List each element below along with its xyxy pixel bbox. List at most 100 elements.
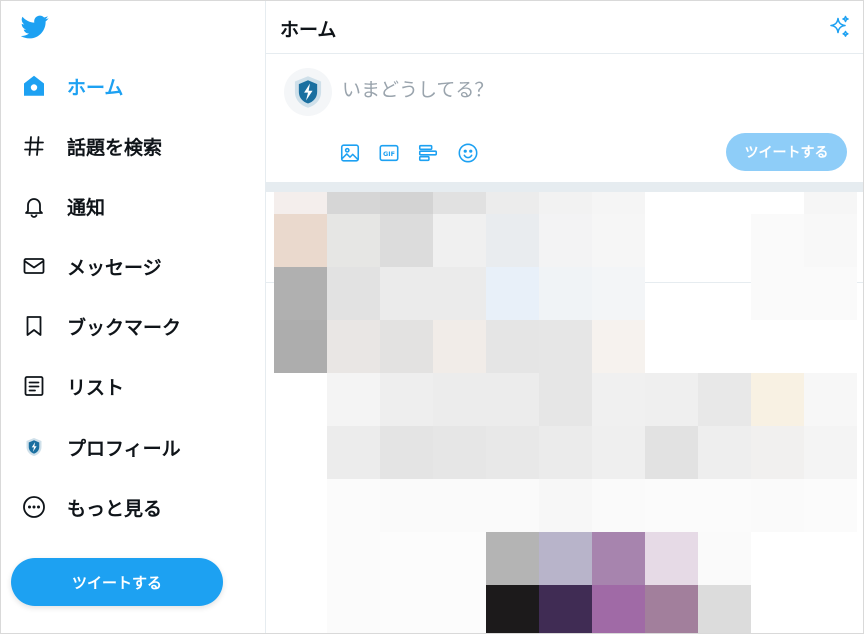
composer-tweet-button[interactable]: ツイートする	[726, 133, 847, 171]
mosaic-block	[380, 320, 433, 373]
sidebar-item-more[interactable]: もっと見る	[1, 485, 263, 529]
tweet-composer: GIF ツイートする	[266, 54, 863, 182]
sidebar-item-lists[interactable]: リスト	[1, 364, 263, 408]
mosaic-block	[486, 192, 539, 214]
sidebar-item-label: ブックマーク	[67, 316, 182, 339]
profile-avatar-icon	[21, 434, 47, 460]
sparkle-icon[interactable]	[827, 15, 851, 39]
gif-icon[interactable]: GIF	[377, 141, 401, 165]
mosaic-block	[274, 320, 327, 373]
mosaic-block	[433, 373, 486, 426]
sidebar-item-home[interactable]: ホーム	[1, 64, 263, 108]
sidebar-item-label: リスト	[67, 376, 125, 399]
mosaic-block	[539, 267, 592, 320]
sidebar: ホーム 話題を検索 通知 メッセージ ブックマーク リスト プロフィール もっと…	[1, 1, 266, 633]
mosaic-block	[539, 192, 592, 214]
mosaic-block	[592, 479, 645, 532]
mosaic-block	[592, 320, 645, 373]
mosaic-block	[592, 373, 645, 426]
mosaic-block	[698, 532, 751, 585]
sidebar-item-notifications[interactable]: 通知	[1, 184, 263, 228]
mosaic-block	[751, 479, 804, 532]
mosaic-block	[751, 214, 804, 267]
mosaic-block	[433, 532, 486, 585]
mosaic-block	[327, 320, 380, 373]
mosaic-block	[433, 320, 486, 373]
mosaic-block	[380, 373, 433, 426]
mosaic-block	[380, 426, 433, 479]
mosaic-block	[327, 479, 380, 532]
mosaic-block	[380, 585, 433, 633]
mosaic-block	[327, 532, 380, 585]
mosaic-block	[539, 585, 592, 633]
mosaic-block	[645, 373, 698, 426]
sidebar-item-bookmarks[interactable]: ブックマーク	[1, 304, 263, 348]
mosaic-block	[433, 267, 486, 320]
mosaic-block	[592, 532, 645, 585]
sidebar-item-explore[interactable]: 話題を検索	[1, 124, 263, 168]
mosaic-block	[433, 585, 486, 633]
mosaic-block	[698, 373, 751, 426]
mosaic-block	[486, 532, 539, 585]
twitter-bird-icon[interactable]	[20, 13, 49, 41]
emoji-icon[interactable]	[456, 141, 480, 165]
mosaic-block	[380, 192, 433, 214]
mosaic-block	[592, 267, 645, 320]
mosaic-block	[433, 479, 486, 532]
envelope-icon	[21, 253, 47, 279]
sidebar-item-profile[interactable]: プロフィール	[1, 425, 263, 469]
mosaic-block	[486, 214, 539, 267]
sidebar-item-label: プロフィール	[67, 437, 181, 460]
more-icon	[21, 494, 47, 520]
mosaic-block	[486, 373, 539, 426]
mosaic-block	[539, 426, 592, 479]
mosaic-block	[327, 192, 380, 214]
mosaic-block	[592, 214, 645, 267]
mosaic-block	[539, 532, 592, 585]
mosaic-block	[380, 267, 433, 320]
mosaic-block	[804, 267, 857, 320]
poll-icon[interactable]	[416, 141, 440, 165]
sidebar-item-messages[interactable]: メッセージ	[1, 244, 263, 288]
mosaic-block	[804, 214, 857, 267]
sidebar-tweet-button[interactable]: ツイートする	[11, 558, 223, 606]
mosaic-block	[380, 479, 433, 532]
mosaic-block	[592, 426, 645, 479]
mosaic-block	[327, 373, 380, 426]
mosaic-block	[804, 426, 857, 479]
mosaic-block	[751, 426, 804, 479]
mosaic-block	[327, 585, 380, 633]
mosaic-block	[327, 426, 380, 479]
gif-label: GIF	[383, 150, 395, 158]
sidebar-item-label: もっと見る	[67, 497, 163, 520]
mosaic-block	[645, 585, 698, 633]
mosaic-block	[698, 426, 751, 479]
tweet-input[interactable]	[340, 74, 844, 106]
bell-icon	[21, 193, 47, 219]
home-icon	[21, 73, 47, 99]
feed-pixelated-image	[266, 192, 863, 633]
avatar[interactable]	[284, 68, 332, 116]
mosaic-block	[539, 479, 592, 532]
bookmark-icon	[21, 313, 47, 339]
mosaic-block	[274, 214, 327, 267]
sidebar-item-label: 話題を検索	[67, 136, 163, 159]
mosaic-block	[539, 320, 592, 373]
mosaic-block	[804, 192, 857, 214]
mosaic-block	[433, 214, 486, 267]
mosaic-block	[539, 373, 592, 426]
mosaic-block	[645, 426, 698, 479]
mosaic-block	[592, 585, 645, 633]
mosaic-block	[433, 426, 486, 479]
mosaic-block	[804, 373, 857, 426]
main-column: ホーム G	[266, 1, 863, 633]
page-title: ホーム	[280, 19, 337, 41]
mosaic-block	[486, 267, 539, 320]
mosaic-block	[327, 214, 380, 267]
sidebar-item-label: ホーム	[67, 76, 124, 99]
mosaic-block	[751, 267, 804, 320]
mosaic-block	[486, 585, 539, 633]
mosaic-block	[327, 267, 380, 320]
mosaic-block	[539, 214, 592, 267]
image-icon[interactable]	[338, 141, 362, 165]
